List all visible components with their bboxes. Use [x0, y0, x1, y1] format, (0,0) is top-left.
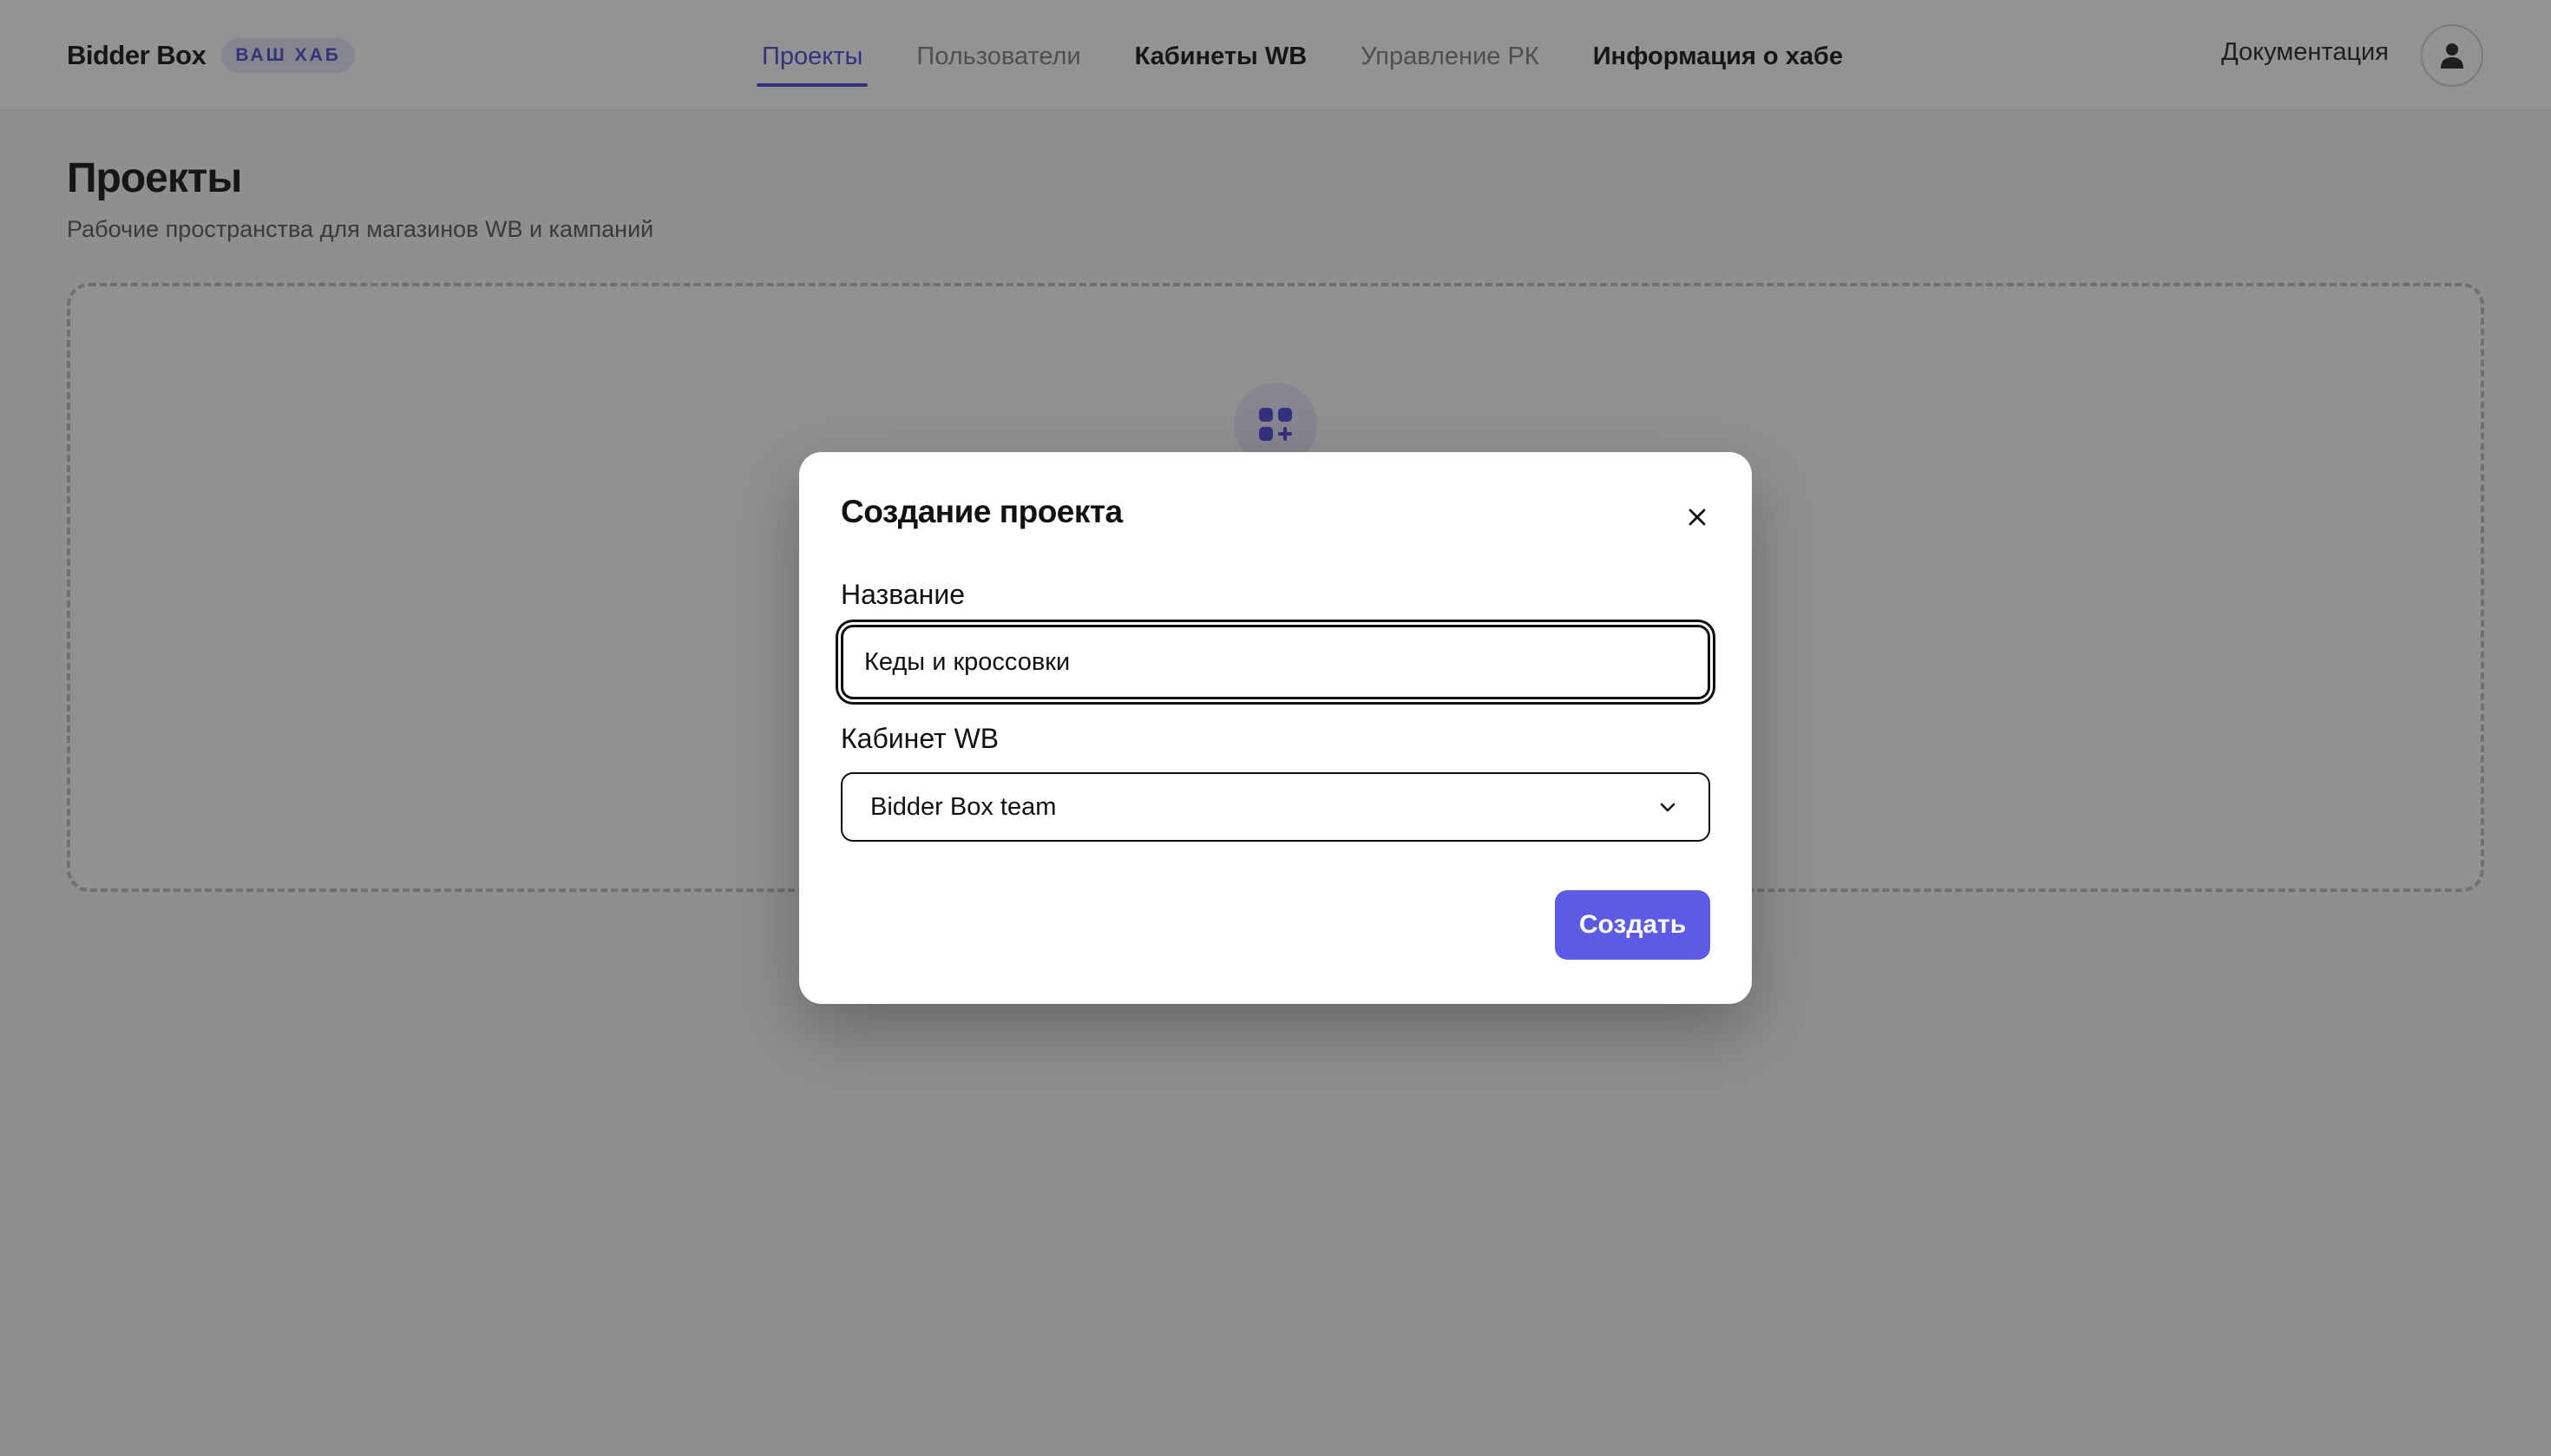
- close-icon: [1689, 508, 1706, 526]
- create-project-dialog: Создание проекта Название Кабинет WB Bid…: [799, 452, 1752, 1004]
- close-dialog-button[interactable]: [1677, 497, 1717, 537]
- wb-cabinet-selected-value: Bidder Box team: [870, 792, 1057, 821]
- wb-cabinet-select[interactable]: Bidder Box team: [841, 772, 1710, 842]
- project-name-label: Название: [841, 579, 965, 610]
- wb-cabinet-label: Кабинет WB: [841, 723, 1000, 754]
- chevron-down-icon: [1655, 794, 1681, 820]
- project-name-input[interactable]: [841, 625, 1710, 699]
- dialog-title: Создание проекта: [841, 494, 1123, 529]
- create-project-button[interactable]: Создать: [1555, 890, 1710, 960]
